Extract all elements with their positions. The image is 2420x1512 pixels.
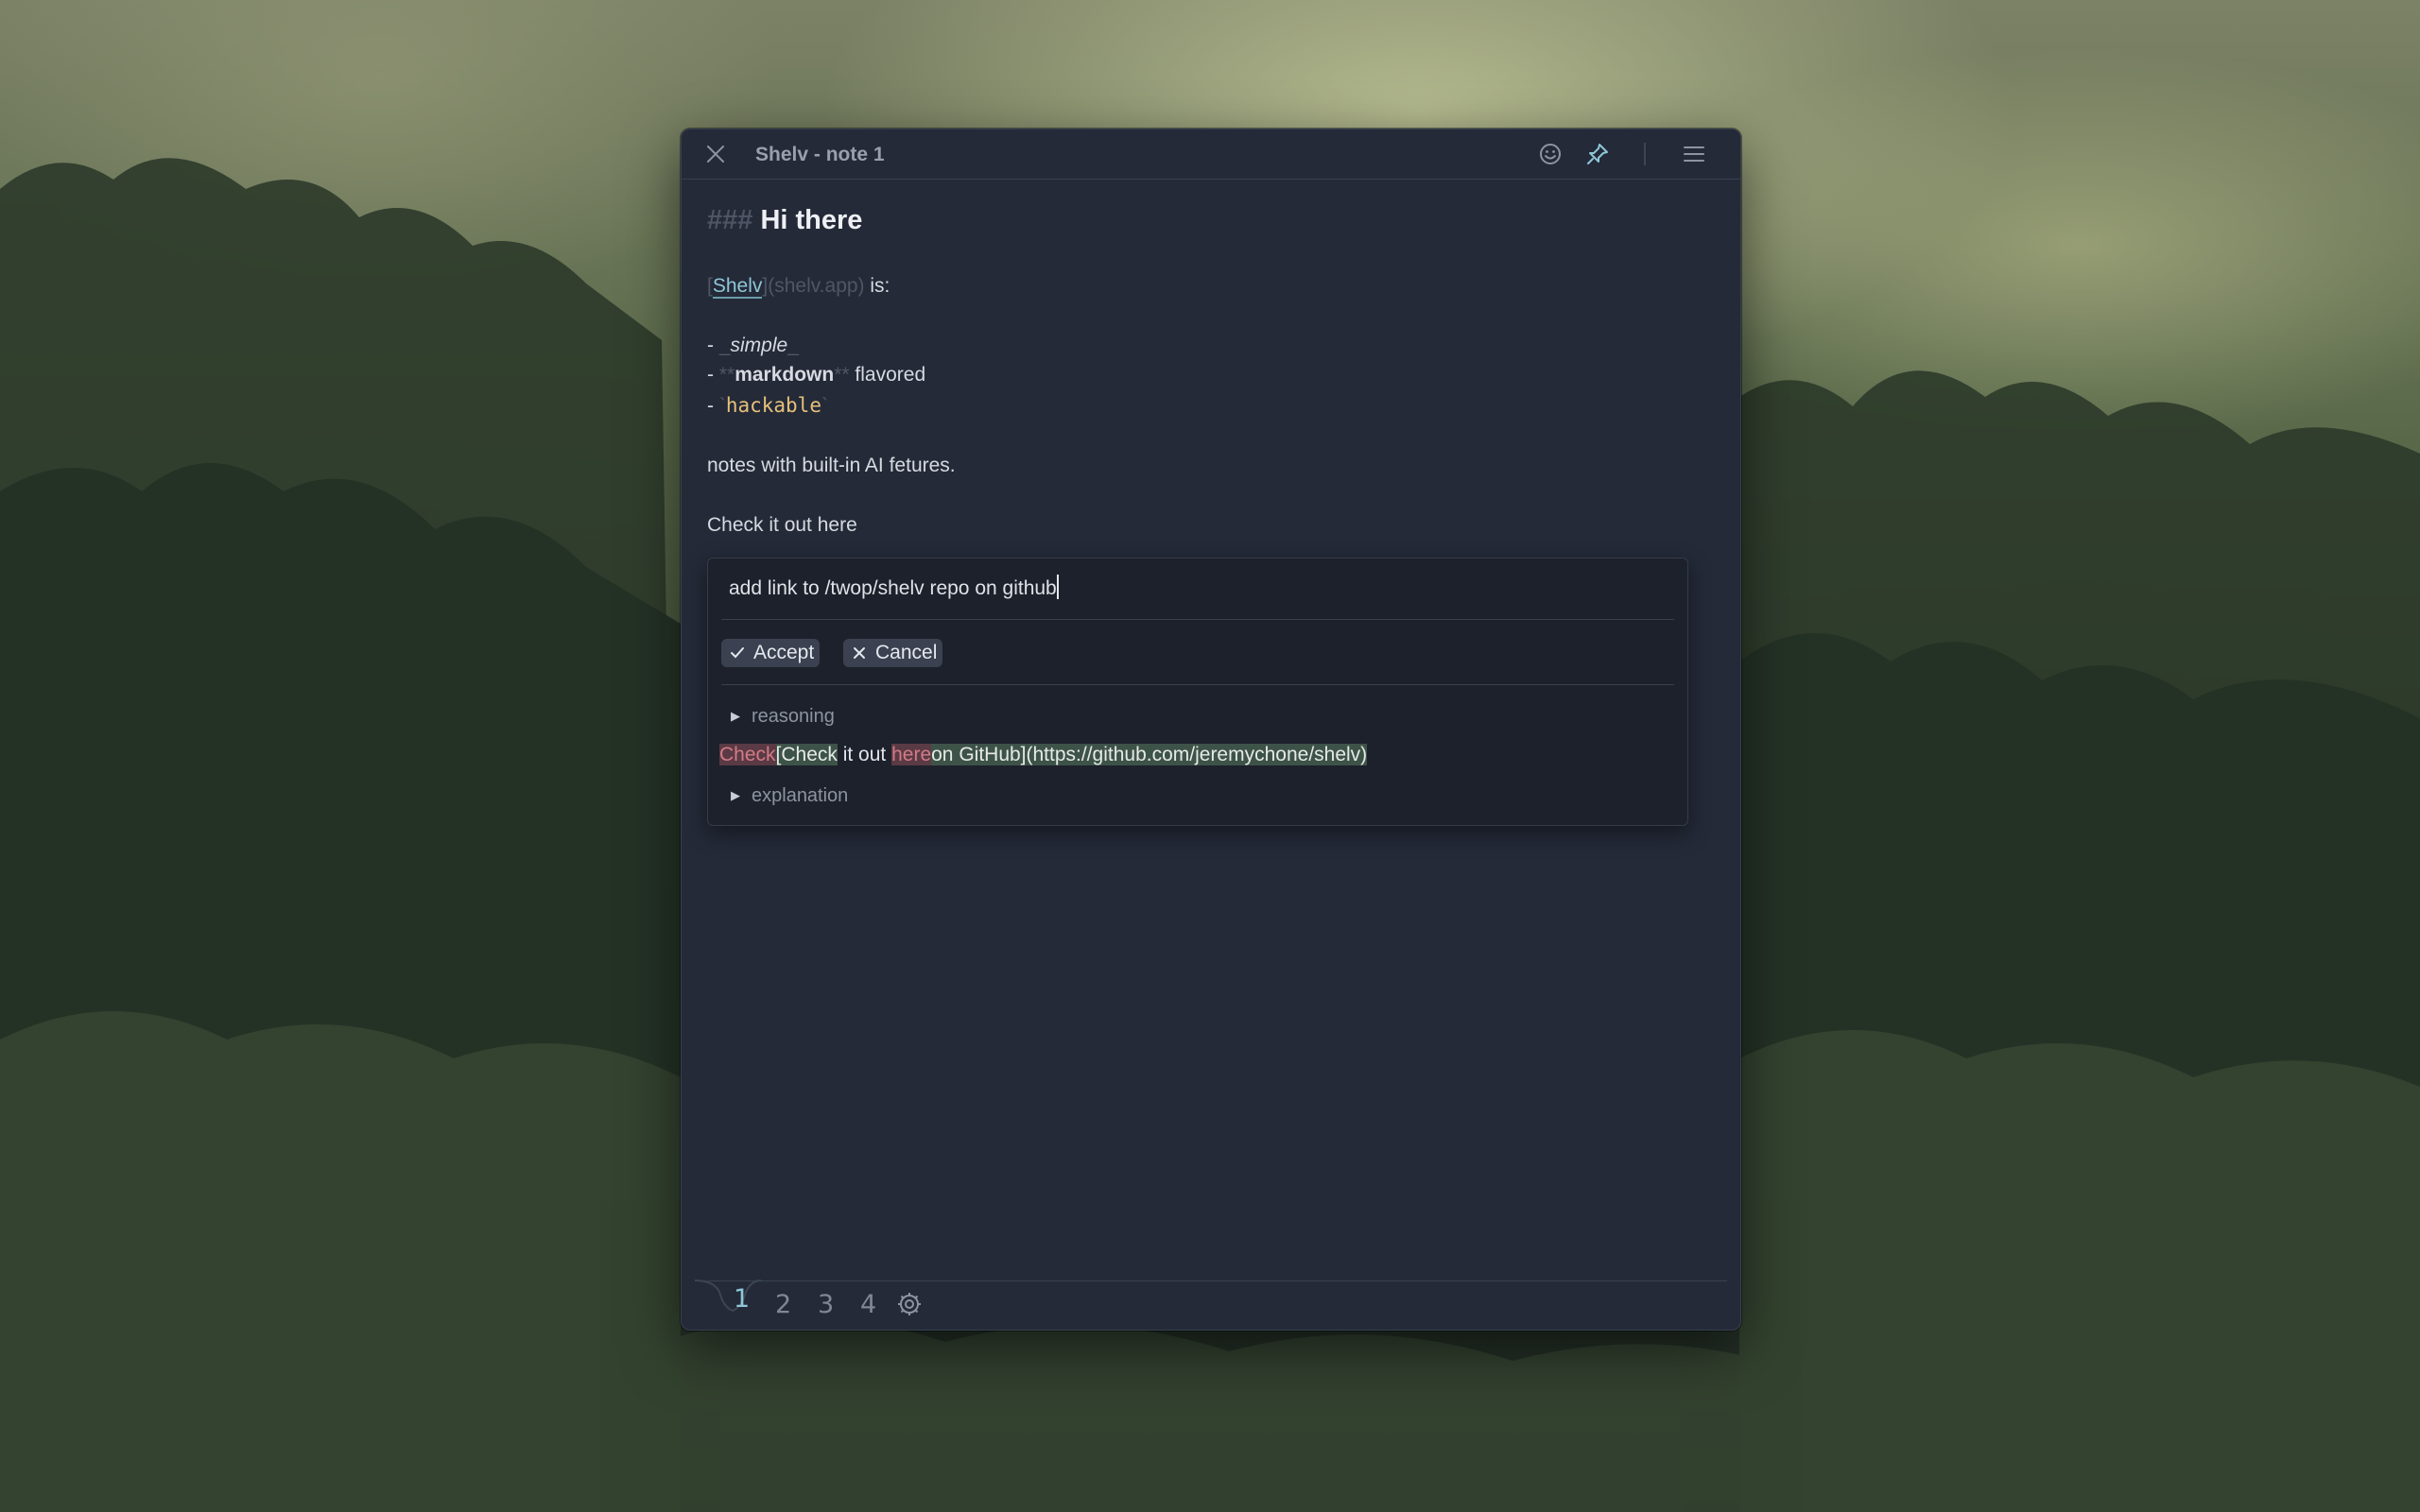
title-bar: Shelv - note 1 [682, 129, 1740, 180]
reasoning-toggle[interactable]: ▶ reasoning [731, 706, 835, 728]
list-item: - _simple_ [707, 335, 799, 357]
list-item-text: simple [730, 335, 788, 356]
reasoning-label: reasoning [752, 706, 835, 727]
code-marker: ` [718, 395, 726, 417]
bold-marker: ** [718, 364, 735, 386]
diff-deleted: Check [719, 744, 776, 765]
link-line: [Shelv](shelv.app) is: [707, 275, 890, 299]
inline-code: hackable [725, 394, 821, 417]
tab-2[interactable]: 2 [775, 1290, 791, 1319]
menu-icon[interactable] [1681, 141, 1707, 167]
ai-prompt-input[interactable]: add link to /twop/shelv repo on github [729, 575, 1059, 600]
list-item: - **markdown** flavored [707, 364, 925, 387]
tab-1[interactable]: 1 [734, 1284, 750, 1314]
heading-marker: ### [707, 205, 753, 235]
accept-button[interactable]: Accept [721, 639, 821, 667]
check-line: Check it out here [707, 514, 857, 536]
window-title: Shelv - note 1 [755, 144, 885, 165]
italic-marker: _ [718, 335, 731, 356]
tab-3[interactable]: 3 [818, 1290, 834, 1319]
ai-edit-panel: add link to /twop/shelv repo on github A… [707, 558, 1688, 826]
ai-prompt-text: add link to /twop/shelv repo on github [729, 577, 1057, 599]
paragraph: notes with built-in AI fetures. [707, 455, 956, 476]
disclosure-triangle-icon: ▶ [731, 709, 740, 723]
close-icon[interactable] [704, 143, 727, 165]
gear-icon[interactable] [895, 1290, 924, 1318]
disclosure-triangle-icon: ▶ [731, 788, 740, 802]
explanation-label: explanation [752, 785, 849, 806]
link-bracket-open: [ [707, 275, 713, 297]
cancel-button[interactable]: Cancel [843, 639, 943, 667]
diff-unchanged: it out [837, 744, 892, 765]
list-item: - `hackable` [707, 394, 828, 418]
text-caret [1056, 575, 1059, 599]
diff-added: on GitHub](https://github.com/jeremychon… [931, 744, 1368, 765]
bullet: - [707, 335, 719, 356]
ai-diff-preview: Check[Check it out hereon GitHub](https:… [719, 744, 1368, 766]
code-marker: ` [821, 395, 828, 417]
pin-icon[interactable] [1584, 141, 1611, 167]
heading-text: Hi there [760, 205, 863, 235]
divider [721, 619, 1674, 620]
diff-deleted: here [891, 744, 932, 765]
bullet: - [707, 364, 719, 386]
tab-4[interactable]: 4 [860, 1290, 876, 1319]
link-url: (shelv.app) [768, 275, 865, 297]
explanation-toggle[interactable]: ▶ explanation [731, 785, 848, 807]
active-tab-indicator [695, 1280, 761, 1313]
list-item-suffix: flavored [849, 364, 926, 386]
link-suffix: is: [864, 275, 890, 297]
divider [721, 684, 1674, 685]
diff-added: [Check [775, 744, 838, 765]
bottom-divider [707, 1280, 1727, 1281]
toolbar-divider [1644, 143, 1646, 165]
italic-marker: _ [787, 335, 799, 356]
bold-marker: ** [834, 364, 850, 386]
shelv-link[interactable]: Shelv [712, 275, 763, 299]
cancel-label: Cancel [875, 642, 938, 663]
accept-label: Accept [753, 642, 815, 663]
close-icon [854, 647, 865, 659]
bullet: - [707, 395, 719, 417]
list-item-text: markdown [735, 364, 835, 386]
emoji-icon[interactable] [1537, 141, 1564, 167]
note-heading: ### Hi there [707, 205, 862, 236]
check-icon [731, 647, 744, 659]
